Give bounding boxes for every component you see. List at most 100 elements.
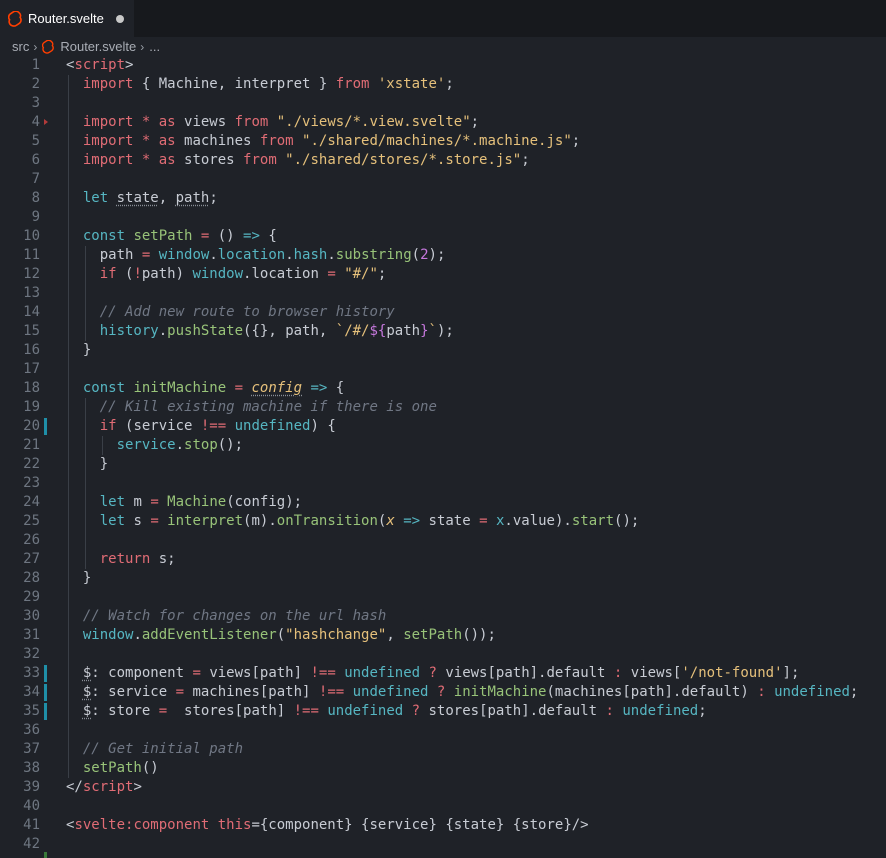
modified-line-indicator[interactable] — [44, 418, 47, 435]
code-token: // Get initial path — [82, 741, 244, 757]
modified-line-indicator[interactable] — [44, 665, 47, 682]
code-line[interactable]: 42 — [0, 835, 886, 854]
code-line[interactable]: 19 // Kill existing machine if there is … — [0, 398, 886, 417]
code-line[interactable]: 26 — [0, 531, 886, 550]
code-token: (); — [217, 437, 244, 453]
code-line[interactable]: 9 — [0, 208, 886, 227]
code-line[interactable]: 22 } — [0, 455, 886, 474]
code-line[interactable]: 15 history.pushState({}, path, `/#/${pat… — [0, 322, 886, 341]
code-token: ); — [428, 247, 446, 263]
code-text: if (service !== undefined) { — [66, 417, 336, 436]
code-token: > — [125, 57, 134, 73]
code-line[interactable]: 20 if (service !== undefined) { — [0, 417, 886, 436]
code-line[interactable]: 36 — [0, 721, 886, 740]
code-token: undefined — [327, 703, 404, 719]
code-text: service.stop(); — [66, 436, 243, 455]
line-number: 39 — [23, 779, 40, 795]
code-token: views[ — [630, 665, 682, 681]
code-line[interactable]: 7 — [0, 170, 886, 189]
code-line[interactable]: 2 import { Machine, interpret } from 'xs… — [0, 75, 886, 94]
code-token: import — [82, 133, 134, 149]
code-token: ; — [849, 684, 859, 700]
code-token: "./shared/stores/*.store.js" — [276, 152, 522, 168]
code-token: = — [150, 513, 168, 529]
code-line[interactable]: 13 — [0, 284, 886, 303]
code-token: views — [175, 114, 235, 130]
code-line[interactable]: 39 </script> — [0, 778, 886, 797]
code-line[interactable]: 29 — [0, 588, 886, 607]
code-line[interactable]: 11 path = window.location.hash.substring… — [0, 246, 886, 265]
code-token: . — [209, 247, 218, 263]
code-line[interactable]: 41 <svelte:component this={component} {se… — [0, 816, 886, 835]
code-line[interactable]: 16 } — [0, 341, 886, 360]
code-token: as — [158, 114, 176, 130]
code-token: svelte:component — [74, 817, 210, 833]
code-line[interactable]: 21 service.stop(); — [0, 436, 886, 455]
code-token: ; — [698, 703, 707, 719]
code-line[interactable]: 28 } — [0, 569, 886, 588]
code-line[interactable]: 10 const setPath = () => { — [0, 227, 886, 246]
line-number: 42 — [23, 836, 40, 852]
code-line[interactable]: 6 import * as stores from "./shared/stor… — [0, 151, 886, 170]
code-line[interactable]: 35 $: store = stores[path] !== undefined… — [0, 702, 886, 721]
code-text: const initMachine = config => { — [66, 379, 344, 398]
code-line[interactable]: 3 — [0, 94, 886, 113]
unsaved-changes-dot-icon[interactable] — [115, 14, 124, 23]
line-number: 38 — [23, 760, 40, 776]
code-line[interactable]: 24 let m = Machine(config); — [0, 493, 886, 512]
line-number: 41 — [23, 817, 40, 833]
breadcrumb-more[interactable]: ... — [149, 39, 160, 54]
tab-router-svelte[interactable]: Router.svelte — [0, 0, 134, 37]
code-line[interactable]: 30 // Watch for changes on the url hash — [0, 607, 886, 626]
code-line[interactable]: 38 setPath() — [0, 759, 886, 778]
code-line[interactable]: 14 // Add new route to browser history — [0, 303, 886, 322]
code-token: from — [234, 114, 269, 130]
code-line[interactable]: 8 let state, path; — [0, 189, 886, 208]
code-line[interactable]: 12 if (!path) window.location = "#/"; — [0, 265, 886, 284]
breadcrumb-file[interactable]: Router.svelte — [60, 39, 136, 54]
code-editor[interactable]: 1 <script> 2 import { Machine, interpret }… — [0, 56, 886, 858]
code-line[interactable]: 33 $: component = views[path] !== undefi… — [0, 664, 886, 683]
added-line-indicator[interactable] — [44, 852, 47, 858]
code-token: = — [175, 684, 193, 700]
code-token: machines — [175, 133, 260, 149]
indent-guide — [84, 284, 86, 303]
code-text: // Add new route to browser history — [66, 303, 395, 322]
code-line[interactable]: 32 — [0, 645, 886, 664]
code-token: stop — [184, 437, 218, 453]
code-line[interactable]: 40 — [0, 797, 886, 816]
code-line[interactable]: 31 window.addEventListener("hashchange",… — [0, 626, 886, 645]
code-line[interactable]: 27 return s; — [0, 550, 886, 569]
tab-label: Router.svelte — [28, 11, 104, 26]
code-line[interactable]: 37 // Get initial path — [0, 740, 886, 759]
code-text: let s = interpret(m).onTransition(x => s… — [66, 512, 640, 531]
deleted-lines-marker-icon[interactable] — [44, 119, 48, 125]
code-token: interpret — [167, 513, 244, 529]
code-line[interactable]: 1 <script> — [0, 56, 886, 75]
modified-line-indicator[interactable] — [44, 703, 47, 720]
indent-guide — [68, 588, 69, 607]
breadcrumb-folder[interactable]: src — [12, 39, 29, 54]
code-line[interactable]: 18 const initMachine = config => { — [0, 379, 886, 398]
code-line[interactable]: 5 import * as machines from "./shared/ma… — [0, 132, 886, 151]
code-text: import * as stores from "./shared/stores… — [66, 151, 530, 170]
line-number: 4 — [31, 114, 40, 130]
code-token: path — [386, 323, 421, 339]
code-line[interactable]: 23 — [0, 474, 886, 493]
code-text: import * as views from "./views/*.view.s… — [66, 113, 479, 132]
modified-line-indicator[interactable] — [44, 684, 47, 701]
code-line[interactable]: 25 let s = interpret(m).onTransition(x =… — [0, 512, 886, 531]
line-number: 35 — [23, 703, 40, 719]
code-line[interactable]: 4 import * as views from "./views/*.view… — [0, 113, 886, 132]
line-number: 31 — [23, 627, 40, 643]
line-number: 19 — [23, 399, 40, 415]
line-number: 17 — [23, 361, 40, 377]
code-token: ? — [428, 684, 454, 700]
code-line[interactable]: 34 $: service = machines[path] !== undef… — [0, 683, 886, 702]
code-line[interactable]: 17 — [0, 360, 886, 379]
code-token: m — [251, 513, 260, 529]
code-token: ( — [411, 247, 421, 263]
